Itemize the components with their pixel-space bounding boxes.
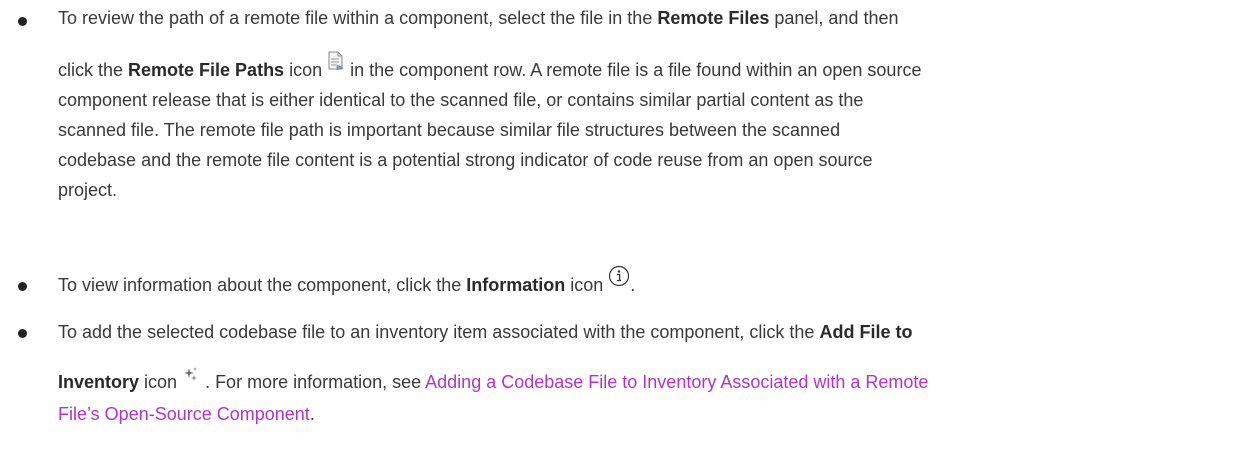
- item-text: To view information about the component,…: [58, 275, 467, 295]
- item-line: component release that is either identic…: [58, 90, 864, 110]
- item-text: icon: [139, 372, 183, 392]
- item-text: icon: [284, 60, 328, 80]
- list-item-remote-file-paths: To review the path of a remote file with…: [0, 3, 935, 205]
- information-label: Information: [466, 275, 566, 295]
- item-text: click the: [58, 60, 129, 80]
- adding-codebase-file-link[interactable]: Adding a Codebase File to Inventory Asso…: [425, 372, 928, 392]
- adding-codebase-file-link-cont[interactable]: File’s Open-Source Component: [58, 404, 310, 424]
- item-line: scanned file. The remote file path is im…: [58, 120, 841, 140]
- item-text: in the component row. A remote file is a…: [345, 60, 922, 80]
- item-line: File’s Open-Source Component.: [58, 399, 928, 429]
- bullet-dot: [18, 282, 27, 291]
- add-file-to-label: Add File to: [819, 322, 913, 342]
- item-text: To add the selected codebase file to an …: [58, 322, 820, 342]
- item-text: To review the path of a remote file with…: [58, 8, 658, 28]
- list-item-information: To view information about the component,…: [0, 265, 649, 300]
- item-line: codebase and the remote file content is …: [58, 150, 873, 170]
- item-line: click the Remote File Paths icon in the …: [58, 51, 922, 85]
- item-text: .: [309, 404, 315, 424]
- info-circle-icon: [608, 265, 630, 296]
- item-line: To review the path of a remote file with…: [58, 3, 921, 33]
- bullet-dot: [18, 329, 27, 338]
- item-line: To add the selected codebase file to an …: [58, 317, 928, 347]
- remote-file-paths-label: Remote File Paths: [128, 60, 285, 80]
- item-text: panel, and then: [769, 8, 899, 28]
- remote-files-label: Remote Files: [657, 8, 770, 28]
- bullet-dot: [18, 17, 27, 26]
- item-line: To view information about the component,…: [58, 265, 636, 300]
- add-to-inventory-icon: [182, 363, 200, 393]
- list-item-add-file-to-inventory: To add the selected codebase file to an …: [0, 317, 942, 429]
- document-paths-icon: [327, 50, 345, 80]
- item-text: .: [630, 275, 636, 295]
- item-line: project.: [58, 180, 118, 200]
- item-text: icon: [565, 275, 609, 295]
- item-text: . For more information, see: [200, 372, 426, 392]
- inventory-label: Inventory: [58, 372, 140, 392]
- item-line: Inventory icon . For more information, s…: [58, 367, 928, 397]
